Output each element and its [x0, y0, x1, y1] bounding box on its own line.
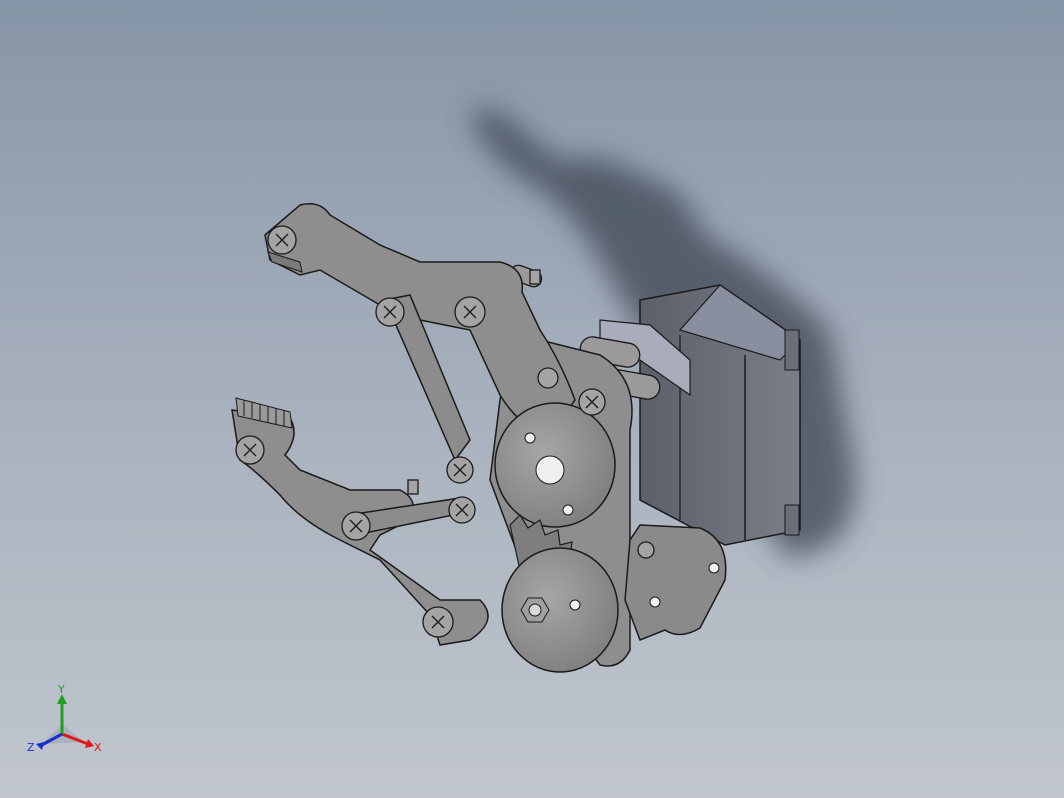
screw-icon	[446, 456, 474, 484]
screw-icon	[578, 388, 606, 416]
z-axis-label: Z	[27, 741, 35, 754]
y-axis-label: Y	[57, 683, 65, 696]
screw-icon	[448, 496, 476, 524]
model-scene[interactable]	[0, 0, 1064, 798]
graphics-viewport[interactable]: X Y Z	[0, 0, 1064, 798]
screw-icon	[235, 435, 265, 465]
screw-icon	[375, 297, 405, 327]
screw-icon	[637, 541, 655, 559]
screw-icon	[267, 225, 297, 255]
reference-triad[interactable]: X Y Z	[24, 682, 108, 756]
x-axis-label: X	[94, 741, 102, 754]
screw-icon	[341, 511, 371, 541]
z-axis-arrow	[36, 742, 44, 750]
screw-icon	[454, 296, 486, 328]
motor-bracket[interactable]	[624, 524, 727, 641]
upper-gear-disc[interactable]	[494, 402, 616, 528]
lower-gear-disc[interactable]	[501, 547, 619, 673]
screw-icon	[537, 367, 559, 389]
screw-icon	[422, 606, 454, 638]
